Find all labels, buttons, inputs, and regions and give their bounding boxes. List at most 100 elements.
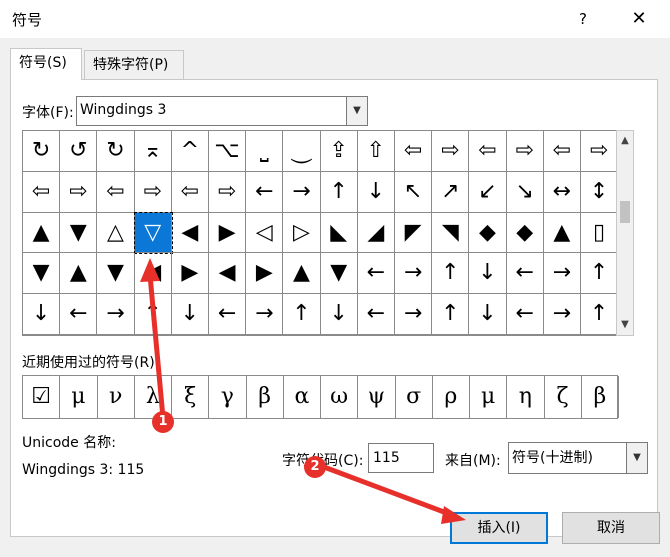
- symbol-cell[interactable]: ↕: [581, 171, 619, 213]
- symbol-cell[interactable]: ⇦: [23, 171, 61, 213]
- symbol-cell[interactable]: ▼: [320, 253, 358, 295]
- scroll-down-icon[interactable]: ▼: [617, 317, 633, 333]
- recent-symbol-cell[interactable]: β: [247, 376, 284, 418]
- symbol-cell[interactable]: ◆: [469, 212, 507, 254]
- symbol-cell[interactable]: ←: [60, 294, 98, 335]
- symbol-cell[interactable]: ↖: [395, 171, 433, 213]
- symbol-cell[interactable]: ⇦: [543, 131, 581, 172]
- symbol-cell[interactable]: ↓: [469, 253, 507, 295]
- symbol-cell[interactable]: ←: [357, 294, 395, 335]
- symbol-cell[interactable]: ◀: [134, 253, 172, 295]
- insert-button[interactable]: 插入(I): [450, 512, 548, 544]
- symbol-cell[interactable]: ↑: [283, 294, 321, 335]
- symbol-cell[interactable]: ⌥: [209, 131, 247, 172]
- symbol-cell[interactable]: ◁: [246, 212, 284, 254]
- symbol-cell[interactable]: ◆: [506, 212, 544, 254]
- symbol-cell[interactable]: ▶: [171, 253, 209, 295]
- symbol-cell[interactable]: ↺: [60, 131, 98, 172]
- symbol-cell[interactable]: ⌅: [134, 131, 172, 172]
- symbol-cell[interactable]: ↑: [581, 294, 619, 335]
- symbol-cell[interactable]: ⇧: [357, 131, 395, 172]
- symbol-cell[interactable]: ↑: [432, 253, 470, 295]
- symbol-cell[interactable]: ↓: [171, 294, 209, 335]
- symbol-cell[interactable]: ↻: [23, 131, 61, 172]
- recent-symbol-cell[interactable]: η: [507, 376, 545, 418]
- scroll-up-icon[interactable]: ▲: [617, 133, 633, 149]
- symbol-cell[interactable]: ⇨: [60, 171, 98, 213]
- symbol-cell[interactable]: ⎵: [246, 131, 284, 172]
- symbol-cell[interactable]: ◤: [395, 212, 433, 254]
- recent-symbol-cell[interactable]: ω: [321, 376, 359, 418]
- symbol-cell[interactable]: ▲: [23, 212, 61, 254]
- symbol-cell[interactable]: ⇦: [469, 131, 507, 172]
- cancel-button[interactable]: 取消: [562, 512, 660, 544]
- symbol-cell[interactable]: ↔: [543, 171, 581, 213]
- scroll-thumb[interactable]: [620, 201, 630, 223]
- recent-symbol-cell[interactable]: σ: [396, 376, 433, 418]
- symbol-cell[interactable]: ⇨: [581, 131, 619, 172]
- symbol-cell[interactable]: ⇨: [432, 131, 470, 172]
- tab-special-characters[interactable]: 特殊字符(P): [84, 50, 184, 80]
- recent-symbol-cell[interactable]: μ: [470, 376, 508, 418]
- symbol-cell[interactable]: →: [543, 294, 581, 335]
- recent-symbol-cell[interactable]: ☑: [23, 376, 61, 418]
- font-select[interactable]: Wingdings 3 ▼: [76, 96, 368, 126]
- symbol-cell[interactable]: ⇦: [395, 131, 433, 172]
- from-select[interactable]: 符号(十进制) ▼: [508, 442, 648, 474]
- symbol-cell[interactable]: →: [395, 253, 433, 295]
- symbol-cell[interactable]: ←: [246, 171, 284, 213]
- symbol-cell[interactable]: ▶: [209, 212, 247, 254]
- recent-symbol-cell[interactable]: ψ: [358, 376, 396, 418]
- recent-symbol-cell[interactable]: ξ: [172, 376, 210, 418]
- chevron-down-icon[interactable]: ▼: [346, 97, 367, 125]
- symbol-cell[interactable]: ▷: [283, 212, 321, 254]
- symbol-cell[interactable]: ▽: [133, 211, 173, 255]
- symbol-cell[interactable]: ◀: [171, 212, 209, 254]
- recent-symbol-cell[interactable]: γ: [209, 376, 247, 418]
- symbol-cell[interactable]: ↙: [469, 171, 507, 213]
- symbol-cell[interactable]: ↓: [357, 171, 395, 213]
- symbol-cell[interactable]: ↓: [320, 294, 358, 335]
- symbol-cell[interactable]: ↘: [506, 171, 544, 213]
- symbol-cell[interactable]: ↗: [432, 171, 470, 213]
- symbol-cell[interactable]: ⇨: [134, 171, 172, 213]
- symbol-cell[interactable]: ↓: [469, 294, 507, 335]
- recent-symbol-cell[interactable]: ζ: [545, 376, 582, 418]
- symbol-cell[interactable]: ←: [506, 253, 544, 295]
- symbol-cell[interactable]: ⇦: [171, 171, 209, 213]
- charcode-input[interactable]: 115: [368, 443, 434, 473]
- symbol-cell[interactable]: ◥: [432, 212, 470, 254]
- recent-symbol-cell[interactable]: α: [284, 376, 321, 418]
- recent-symbol-cell[interactable]: ν: [98, 376, 135, 418]
- symbol-cell[interactable]: ▲: [543, 212, 581, 254]
- help-button[interactable]: ?: [570, 6, 596, 32]
- symbol-cell[interactable]: ▼: [60, 212, 98, 254]
- symbol-cell[interactable]: ⇨: [209, 171, 247, 213]
- symbol-cell[interactable]: →: [283, 171, 321, 213]
- symbol-cell[interactable]: ↑: [581, 253, 619, 295]
- chevron-down-icon[interactable]: ▼: [626, 443, 647, 473]
- symbol-cell[interactable]: ▲: [60, 253, 98, 295]
- recent-symbol-cell[interactable]: ρ: [433, 376, 470, 418]
- symbol-cell[interactable]: ▯: [581, 212, 619, 254]
- symbol-cell[interactable]: ▶: [246, 253, 284, 295]
- symbol-cell[interactable]: ⇦: [97, 171, 135, 213]
- symbol-cell[interactable]: ↻: [97, 131, 135, 172]
- symbol-cell[interactable]: →: [543, 253, 581, 295]
- symbol-cell[interactable]: ▲: [283, 253, 321, 295]
- recent-symbol-cell[interactable]: μ: [60, 376, 98, 418]
- symbol-cell[interactable]: ←: [357, 253, 395, 295]
- symbol-cell[interactable]: ←: [209, 294, 247, 335]
- symbol-cell[interactable]: ◣: [320, 212, 358, 254]
- symbol-cell[interactable]: →: [246, 294, 284, 335]
- grid-scrollbar[interactable]: ▲ ▼: [616, 130, 634, 336]
- recent-symbol-cell[interactable]: β: [582, 376, 619, 418]
- symbol-cell[interactable]: ↑: [432, 294, 470, 335]
- symbol-cell[interactable]: ⇪: [320, 131, 358, 172]
- symbol-cell[interactable]: ◢: [357, 212, 395, 254]
- close-button[interactable]: ✕: [624, 6, 654, 32]
- symbol-cell[interactable]: ⇨: [506, 131, 544, 172]
- symbol-cell[interactable]: →: [395, 294, 433, 335]
- symbol-cell[interactable]: ▼: [23, 253, 61, 295]
- symbol-cell[interactable]: ↑: [320, 171, 358, 213]
